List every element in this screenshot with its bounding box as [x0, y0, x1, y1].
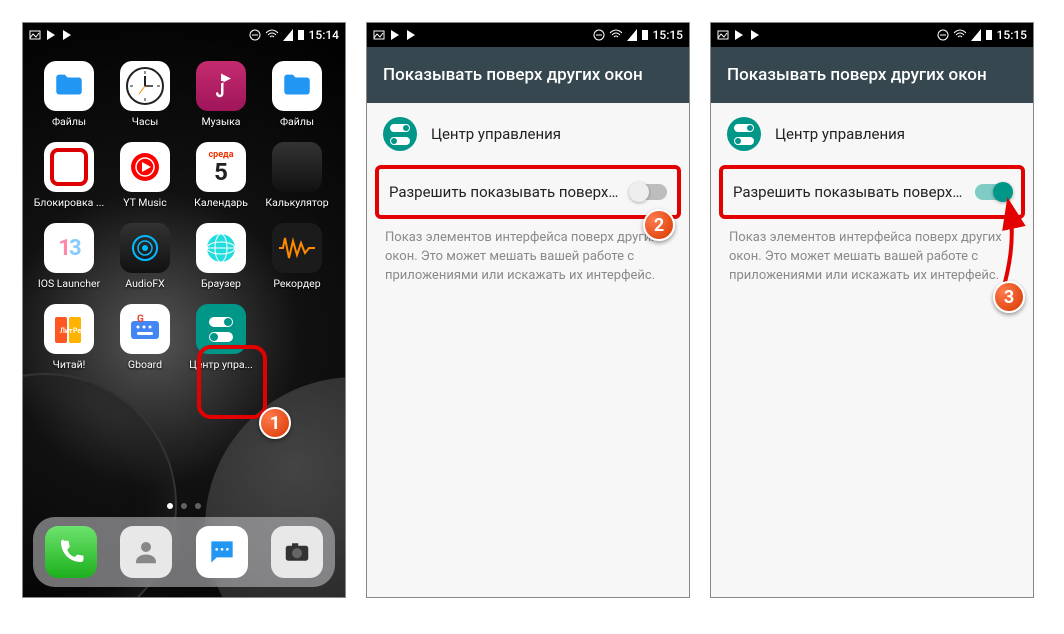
wifi-icon	[953, 29, 967, 41]
clock-text: 15:15	[653, 28, 683, 42]
app-litres[interactable]: ЛитРес Читай!	[33, 304, 105, 371]
overlay-permission-row[interactable]: Разрешить показывать поверх др...	[719, 165, 1025, 219]
app-music[interactable]: Музыка	[185, 61, 257, 128]
page-indicator[interactable]	[23, 503, 345, 509]
svg-text:G: G	[137, 314, 144, 325]
play-icon	[45, 29, 57, 41]
settings-title: Показывать поверх других окон	[367, 47, 689, 103]
dock-messages[interactable]	[196, 526, 248, 578]
dock-camera[interactable]	[271, 526, 323, 578]
overlay-toggle-on[interactable]	[975, 184, 1011, 200]
app-calendar[interactable]: среда 5 Календарь	[185, 142, 257, 209]
audiofx-icon	[120, 223, 170, 273]
control-center-icon	[383, 117, 417, 151]
app-recorder[interactable]: Рекордер	[261, 223, 333, 290]
app-gboard[interactable]: G Gboard	[109, 304, 181, 371]
signal-icon	[283, 29, 293, 41]
app-browser[interactable]: Браузер	[185, 223, 257, 290]
app-files-2[interactable]: Файлы	[261, 61, 333, 128]
battery-icon	[641, 29, 649, 41]
signal-icon	[971, 29, 981, 41]
app-clock[interactable]: Часы	[109, 61, 181, 128]
calculator-icon	[272, 142, 322, 192]
image-icon	[373, 29, 385, 41]
app-grid: Файлы Часы Музыка Файлы Блокировка ...	[23, 47, 345, 371]
app-ytmusic[interactable]: YT Music	[109, 142, 181, 209]
phone-settings-on: 15:15 Показывать поверх других окон Цент…	[710, 22, 1034, 598]
status-bar: 15:15	[711, 23, 1033, 47]
dock	[33, 517, 335, 587]
control-center-icon	[196, 304, 246, 354]
app-audiofx[interactable]: AudioFX	[109, 223, 181, 290]
permission-description: Показ элементов интерфейса поверх других…	[367, 219, 689, 296]
overlay-permission-row[interactable]: Разрешить показывать поверх др...	[375, 165, 681, 219]
wifi-icon	[609, 29, 623, 41]
phone-home: 15:14 Файлы Часы Музыка Файлы	[22, 22, 346, 598]
dnd-icon	[249, 29, 261, 41]
app-name: Центр управления	[775, 125, 905, 143]
permission-label: Разрешить показывать поверх др...	[389, 183, 631, 201]
svg-text:Лит: Лит	[60, 327, 73, 335]
phone-settings-off: 15:15 Показывать поверх других окон Цент…	[366, 22, 690, 598]
ios-icon: 13	[44, 223, 94, 273]
play-icon	[733, 29, 745, 41]
play-icon	[749, 29, 761, 41]
signal-icon	[627, 29, 637, 41]
gboard-icon: G	[120, 304, 170, 354]
svg-text:Рес: Рес	[73, 327, 85, 335]
permission-description: Показ элементов интерфейса поверх других…	[711, 219, 1033, 296]
app-header-row: Центр управления	[367, 103, 689, 159]
callout-badge-1: 1	[259, 407, 291, 439]
recorder-icon	[272, 223, 322, 273]
play-icon	[405, 29, 417, 41]
music-icon	[196, 61, 246, 111]
permission-label: Разрешить показывать поверх др...	[733, 183, 975, 201]
status-bar: 15:14	[23, 23, 345, 47]
app-name: Центр управления	[431, 125, 561, 143]
dock-phone[interactable]	[45, 526, 97, 578]
calendar-icon: среда 5	[196, 142, 246, 192]
wifi-icon	[265, 29, 279, 41]
control-center-icon	[727, 117, 761, 151]
battery-icon	[297, 29, 305, 41]
settings-title: Показывать поверх других окон	[711, 47, 1033, 103]
ytmusic-icon	[120, 142, 170, 192]
folder-icon	[44, 61, 94, 111]
play-icon	[389, 29, 401, 41]
overlay-toggle-off[interactable]	[631, 184, 667, 200]
clock-icon	[120, 61, 170, 111]
play-icon	[61, 29, 73, 41]
browser-icon	[196, 223, 246, 273]
status-bar: 15:15	[367, 23, 689, 47]
clock-text: 15:14	[309, 28, 339, 42]
callout-badge-2: 2	[643, 209, 675, 241]
app-header-row: Центр управления	[711, 103, 1033, 159]
dnd-icon	[593, 29, 605, 41]
litres-icon: ЛитРес	[44, 304, 94, 354]
folder-icon	[272, 61, 322, 111]
app-control-center[interactable]: Центр упра...	[185, 304, 257, 371]
image-icon	[717, 29, 729, 41]
record-icon	[44, 142, 94, 192]
app-lockscreen[interactable]: Блокировка ...	[33, 142, 105, 209]
clock-text: 15:15	[997, 28, 1027, 42]
app-ioslauncher[interactable]: 13 IOS Launcher	[33, 223, 105, 290]
dock-contacts[interactable]	[120, 526, 172, 578]
callout-badge-3: 3	[993, 281, 1025, 313]
app-files[interactable]: Файлы	[33, 61, 105, 128]
app-calculator[interactable]: Калькулятор	[261, 142, 333, 209]
image-icon	[29, 29, 41, 41]
dnd-icon	[937, 29, 949, 41]
battery-icon	[985, 29, 993, 41]
